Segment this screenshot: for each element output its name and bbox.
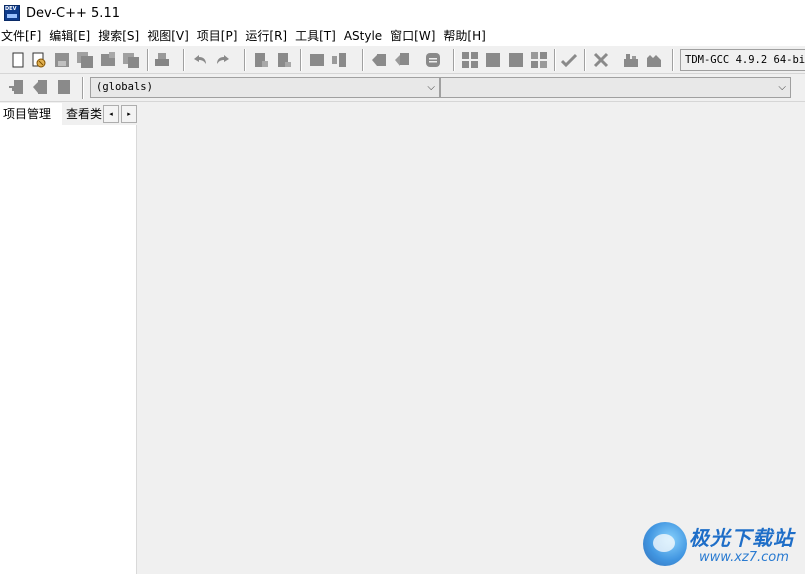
menu-file[interactable]: 文件[F]: [0, 26, 47, 46]
toolbar-separator: [554, 49, 556, 71]
menu-project[interactable]: 项目[P]: [195, 26, 244, 46]
toolbar-separator: [147, 49, 149, 71]
profile-icon[interactable]: [646, 52, 662, 68]
toolbar-separator: [300, 49, 302, 71]
menu-tools[interactable]: 工具[T]: [293, 26, 342, 46]
find-next-icon[interactable]: [309, 52, 325, 68]
watermark-url: www.xz7.com: [699, 550, 789, 565]
toggle-bookmark-icon[interactable]: [32, 79, 48, 95]
open-file-icon[interactable]: [31, 52, 47, 68]
menu-help[interactable]: 帮助[H]: [441, 26, 491, 46]
window-title: Dev-C++ 5.11: [26, 5, 120, 21]
menu-run[interactable]: 运行[R]: [243, 26, 293, 46]
watermark: 极光下载站 www.xz7.com: [643, 520, 803, 572]
scope-combo[interactable]: (globals) ⌵: [90, 77, 440, 98]
toolbar-separator: [453, 49, 455, 71]
toolbar-separator: [362, 49, 364, 71]
member-combo[interactable]: ⌵: [440, 77, 791, 98]
chevron-down-icon[interactable]: ⌵: [427, 78, 435, 97]
new-file-icon[interactable]: [10, 52, 26, 68]
new-project-icon[interactable]: [371, 52, 387, 68]
goto-line-icon[interactable]: [331, 52, 347, 68]
toolbar-separator: [82, 77, 84, 99]
editor-area[interactable]: [138, 103, 805, 574]
add-to-project-icon[interactable]: [394, 52, 410, 68]
menu-bar: 文件[F] 编辑[E] 搜索[S] 视图[V] 项目[P] 运行[R] 工具[T…: [0, 26, 805, 46]
menu-astyle[interactable]: AStyle: [342, 26, 388, 46]
replace-icon[interactable]: [276, 52, 292, 68]
tab-scroll-right-icon[interactable]: ▸: [121, 105, 137, 123]
compile-run-icon[interactable]: [508, 52, 524, 68]
tab-classes[interactable]: 查看类: [63, 103, 103, 125]
save-all-icon[interactable]: [77, 52, 93, 68]
toolbar-separator: [672, 49, 674, 71]
run-icon[interactable]: [485, 52, 501, 68]
class-toolbar: (globals) ⌵ ⌵: [0, 75, 805, 102]
toolbar-separator: [183, 49, 185, 71]
menu-search[interactable]: 搜索[S]: [96, 26, 145, 46]
main-toolbar: TDM-GCC 4.9.2 64-bit: [0, 46, 805, 74]
menu-window[interactable]: 窗口[W]: [388, 26, 441, 46]
print-icon[interactable]: [154, 52, 170, 68]
close-all-icon[interactable]: [123, 52, 139, 68]
toolbar-separator: [584, 49, 586, 71]
compiler-select[interactable]: TDM-GCC 4.9.2 64-bit: [680, 49, 805, 71]
tab-scroll-left-icon[interactable]: ◂: [103, 105, 119, 123]
left-panel-tabs: 项目管理 查看类 ◂ ▸: [0, 103, 138, 125]
goto-bookmark-icon[interactable]: [56, 79, 72, 95]
save-icon[interactable]: [54, 52, 70, 68]
compile-icon[interactable]: [462, 52, 478, 68]
close-file-icon[interactable]: [100, 52, 116, 68]
syntax-check-icon[interactable]: [560, 52, 578, 68]
insert-icon[interactable]: [8, 79, 24, 95]
menu-edit[interactable]: 编辑[E]: [47, 26, 96, 46]
project-options-icon[interactable]: [425, 52, 441, 68]
tab-project[interactable]: 项目管理: [0, 103, 62, 125]
menu-view[interactable]: 视图[V]: [145, 26, 195, 46]
scope-combo-value: (globals): [96, 81, 153, 93]
watermark-logo-icon: [643, 522, 687, 566]
find-icon[interactable]: [253, 52, 269, 68]
watermark-brand: 极光下载站: [689, 526, 794, 550]
undo-icon[interactable]: [192, 52, 208, 68]
chevron-down-icon[interactable]: ⌵: [778, 78, 786, 97]
toolbar-separator: [244, 49, 246, 71]
project-tree-panel[interactable]: [0, 125, 137, 574]
rebuild-all-icon[interactable]: [531, 52, 547, 68]
clean-icon[interactable]: [593, 52, 609, 68]
redo-icon[interactable]: [215, 52, 231, 68]
debug-icon[interactable]: [623, 52, 639, 68]
title-bar: Dev-C++ 5.11: [0, 0, 805, 26]
devcpp-app-icon: [4, 5, 20, 21]
